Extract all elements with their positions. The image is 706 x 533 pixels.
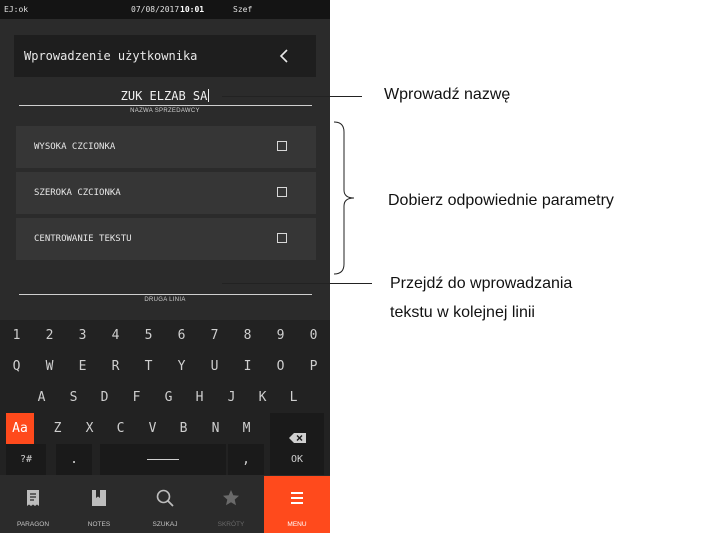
- receipt-icon: [23, 488, 43, 508]
- key-1[interactable]: 1: [0, 320, 33, 351]
- keyboard-row-qwerty: Q W E R T Y U I O P: [0, 351, 330, 382]
- key-comma[interactable]: ,: [228, 444, 264, 475]
- key-o[interactable]: O: [264, 351, 297, 382]
- key-j[interactable]: J: [215, 382, 248, 413]
- status-time: 10:01: [180, 5, 205, 14]
- key-5[interactable]: 5: [132, 320, 165, 351]
- key-t[interactable]: T: [132, 351, 165, 382]
- space-bar-mark: [147, 459, 179, 460]
- option-label: CENTROWANIE TEKSTU: [34, 234, 132, 244]
- on-screen-keyboard: 1 2 3 4 5 6 7 8 9 0 Q W E R T Y U I O P …: [0, 320, 330, 475]
- nav-szukaj[interactable]: SZUKAJ: [132, 476, 198, 533]
- key-4[interactable]: 4: [99, 320, 132, 351]
- nav-paragon[interactable]: PARAGON: [0, 476, 66, 533]
- key-i[interactable]: I: [231, 351, 264, 382]
- key-e[interactable]: E: [66, 351, 99, 382]
- nav-notes[interactable]: NOTES: [66, 476, 132, 533]
- ok-key[interactable]: OK: [270, 444, 324, 475]
- nav-label: SZUKAJ: [152, 521, 178, 528]
- page-header: Wprowadzenie użytkownika: [14, 35, 316, 77]
- star-icon: [221, 488, 241, 508]
- key-m[interactable]: M: [230, 413, 263, 444]
- chevron-left-icon[interactable]: [276, 47, 294, 65]
- menu-icon: [287, 488, 307, 508]
- nav-label: MENU: [287, 521, 307, 528]
- key-x[interactable]: X: [73, 413, 106, 444]
- checkbox[interactable]: [277, 233, 287, 243]
- status-bar: EJ:ok 07/08/2017 10:01 Szef: [0, 0, 330, 19]
- text-cursor: [208, 89, 210, 102]
- key-d[interactable]: D: [88, 382, 121, 413]
- symbols-key[interactable]: ?#: [6, 444, 46, 475]
- status-ej: EJ:ok: [4, 5, 29, 14]
- option-label: SZEROKA CZCIONKA: [34, 188, 121, 198]
- checkbox[interactable]: [277, 187, 287, 197]
- status-user: Szef: [233, 5, 253, 14]
- key-s[interactable]: S: [57, 382, 90, 413]
- second-line-underline: [19, 294, 312, 295]
- device-screen: EJ:ok 07/08/2017 10:01 Szef Wprowadzenie…: [0, 0, 330, 533]
- key-0[interactable]: 0: [297, 320, 330, 351]
- name-field-label: NAZWA SPRZEDAWCY: [130, 108, 200, 114]
- name-input-value: ZUK ELZAB SA: [120, 89, 208, 103]
- search-icon: [155, 488, 175, 508]
- key-b[interactable]: B: [167, 413, 200, 444]
- status-date: 07/08/2017: [131, 5, 180, 14]
- callout-bracket: [333, 121, 355, 275]
- key-6[interactable]: 6: [165, 320, 198, 351]
- callout-line-next: [222, 283, 372, 284]
- nav-label: NOTES: [87, 521, 111, 528]
- space-key[interactable]: [100, 444, 226, 475]
- option-center-text[interactable]: CENTROWANIE TEKSTU: [16, 218, 316, 260]
- bookmark-icon: [89, 488, 109, 508]
- callout-enter-name: Wprowadź nazwę: [384, 86, 511, 103]
- key-p[interactable]: P: [297, 351, 330, 382]
- key-z[interactable]: Z: [41, 413, 74, 444]
- key-7[interactable]: 7: [198, 320, 231, 351]
- key-9[interactable]: 9: [264, 320, 297, 351]
- key-y[interactable]: Y: [165, 351, 198, 382]
- page-title: Wprowadzenie użytkownika: [24, 49, 198, 63]
- callout-line-name: [222, 96, 362, 97]
- callout-next-line-2: tekstu w kolejnej linii: [390, 304, 535, 321]
- second-line-input[interactable]: [19, 265, 312, 293]
- shift-key[interactable]: Aa: [6, 413, 34, 444]
- key-u[interactable]: U: [198, 351, 231, 382]
- key-k[interactable]: K: [246, 382, 279, 413]
- nav-label: PARAGON: [16, 521, 50, 528]
- key-l[interactable]: L: [277, 382, 310, 413]
- option-tall-font[interactable]: WYSOKA CZCIONKA: [16, 126, 316, 168]
- nav-skroty[interactable]: SKRÓTY: [198, 476, 264, 533]
- option-label: WYSOKA CZCIONKA: [34, 142, 116, 152]
- option-wide-font[interactable]: SZEROKA CZCIONKA: [16, 172, 316, 214]
- key-a[interactable]: A: [25, 382, 58, 413]
- key-g[interactable]: G: [152, 382, 185, 413]
- nav-label: SKRÓTY: [217, 521, 245, 528]
- keyboard-row-asdf: A S D F G H J K L: [0, 382, 330, 413]
- checkbox[interactable]: [277, 141, 287, 151]
- key-w[interactable]: W: [33, 351, 66, 382]
- key-n[interactable]: N: [199, 413, 232, 444]
- callout-choose-params: Dobierz odpowiednie parametry: [388, 192, 614, 209]
- key-dot[interactable]: .: [56, 444, 92, 475]
- name-field-underline: [19, 105, 312, 106]
- key-8[interactable]: 8: [231, 320, 264, 351]
- callout-next-line-1: Przejdź do wprowadzania: [390, 275, 573, 292]
- key-v[interactable]: V: [136, 413, 169, 444]
- nav-menu[interactable]: MENU: [264, 476, 330, 533]
- backspace-icon: [288, 424, 306, 443]
- bottom-navigation: PARAGON NOTES SZUKAJ SKRÓTY MENU: [0, 476, 330, 533]
- key-f[interactable]: F: [120, 382, 153, 413]
- key-h[interactable]: H: [183, 382, 216, 413]
- keyboard-row-digits: 1 2 3 4 5 6 7 8 9 0: [0, 320, 330, 351]
- keyboard-row-bottom: ?# . , OK: [0, 444, 330, 475]
- key-q[interactable]: Q: [0, 351, 33, 382]
- keyboard-row-zxcv: Aa Z X C V B N M: [0, 413, 330, 444]
- key-3[interactable]: 3: [66, 320, 99, 351]
- key-r[interactable]: R: [99, 351, 132, 382]
- second-line-label: DRUGA LINIA: [144, 297, 186, 303]
- backspace-key[interactable]: [270, 413, 324, 444]
- key-2[interactable]: 2: [33, 320, 66, 351]
- key-c[interactable]: C: [104, 413, 137, 444]
